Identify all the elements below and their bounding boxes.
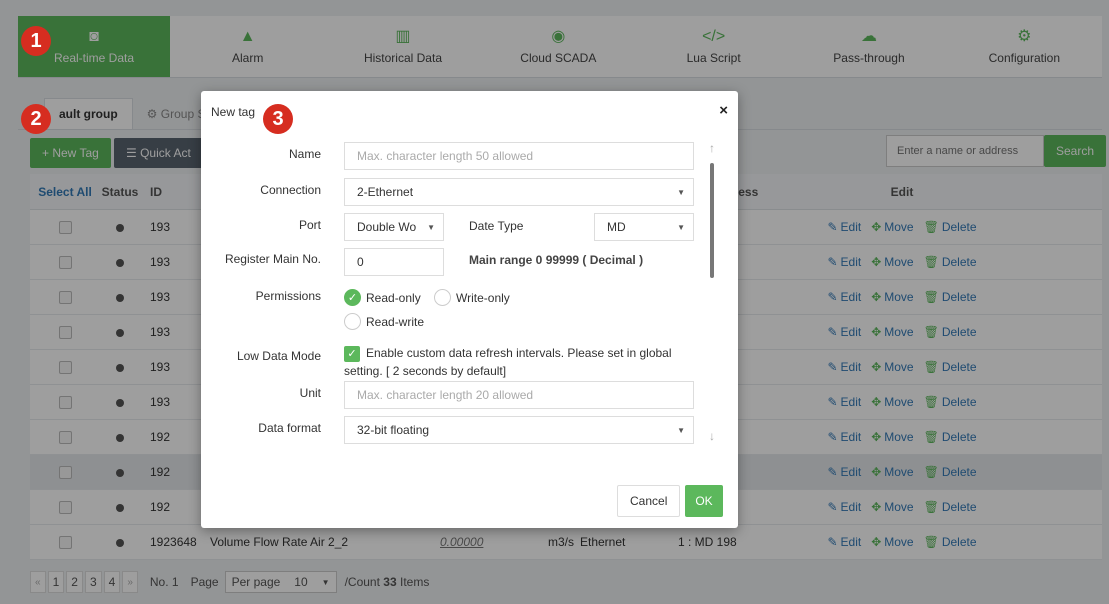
port-label: Port: [298, 218, 321, 232]
data-format-label: Data format: [258, 421, 321, 435]
dialog-title: New tag: [211, 105, 256, 119]
close-icon[interactable]: ×: [719, 102, 728, 119]
check-icon: ✓: [344, 289, 361, 306]
new-tag-dialog: New tag × Name Max. character length 50 …: [201, 91, 738, 528]
read-only-label: Read-only: [366, 290, 421, 305]
step-marker-2: 2: [21, 104, 51, 134]
chevron-down-icon: ▼: [427, 222, 435, 232]
date-type-value: MD: [607, 220, 626, 234]
ok-button[interactable]: OK: [685, 485, 723, 517]
date-type-label: Date Type: [469, 219, 524, 233]
port-value: Double Wo: [357, 220, 417, 234]
connection-select[interactable]: 2-Ethernet ▼: [344, 178, 694, 206]
unit-field[interactable]: Max. character length 20 allowed: [344, 381, 694, 409]
low-data-text-2: setting. [ 2 seconds by default]: [344, 364, 507, 378]
unit-label: Unit: [299, 386, 321, 400]
read-write-label: Read-write: [366, 314, 425, 329]
step-marker-3: 3: [263, 104, 293, 134]
chevron-down-icon: ▼: [677, 425, 685, 435]
main-range-hint: Main range 0 99999 ( Decimal ): [469, 253, 644, 267]
date-type-select[interactable]: MD ▼: [594, 213, 694, 241]
cancel-button[interactable]: Cancel: [617, 485, 681, 517]
connection-value: 2-Ethernet: [357, 185, 414, 199]
low-data-text: Enable custom data refresh intervals. Pl…: [366, 346, 672, 361]
name-label: Name: [288, 147, 321, 161]
radio-read-only[interactable]: ✓ Read-only: [344, 289, 421, 306]
low-data-mode-checkbox[interactable]: ✓ Enable custom data refresh intervals. P…: [344, 346, 704, 362]
permissions-label: Permissions: [255, 289, 321, 303]
radio-circle: [434, 289, 451, 306]
radio-circle: [344, 313, 361, 330]
data-format-value: 32-bit floating: [357, 423, 430, 437]
port-select[interactable]: Double Wo ▼: [344, 213, 444, 241]
write-only-label: Write-only: [456, 290, 510, 305]
dialog-scrollbar[interactable]: ↑ ↓: [704, 141, 720, 443]
check-icon: ✓: [344, 346, 360, 362]
connection-label: Connection: [260, 183, 321, 197]
scroll-thumb[interactable]: [710, 163, 714, 278]
arrow-up-icon[interactable]: ↑: [704, 141, 720, 155]
low-data-mode-label: Low Data Mode: [236, 349, 321, 363]
arrow-down-icon[interactable]: ↓: [704, 429, 720, 443]
data-format-select[interactable]: 32-bit floating ▼: [344, 416, 694, 444]
register-main-input[interactable]: 0: [344, 248, 444, 276]
chevron-down-icon: ▼: [677, 222, 685, 232]
radio-read-write[interactable]: Read-write: [344, 313, 424, 330]
chevron-down-icon: ▼: [677, 187, 685, 197]
step-marker-1: 1: [21, 26, 51, 56]
register-main-label: Register Main No.: [224, 252, 321, 266]
name-field[interactable]: Max. character length 50 allowed: [344, 142, 694, 170]
radio-write-only[interactable]: Write-only: [434, 289, 510, 306]
